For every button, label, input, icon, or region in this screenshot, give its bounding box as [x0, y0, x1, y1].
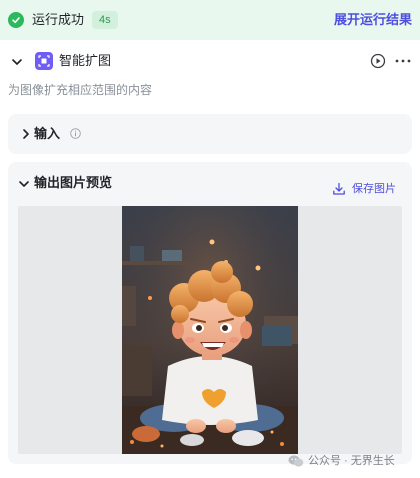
expand-chevron-icon[interactable]	[20, 128, 32, 140]
wechat-icon	[288, 455, 304, 467]
watermark-text: 公众号 · 无界生长	[308, 455, 395, 467]
duration-badge: 4s	[92, 11, 118, 29]
input-section[interactable]: 输入	[8, 114, 412, 154]
download-icon	[333, 182, 345, 195]
save-image-button[interactable]: 保存图片	[332, 181, 396, 197]
collapse-chevron-icon[interactable]	[10, 55, 24, 69]
status-text: 运行成功	[32, 12, 85, 27]
node-description: 为图像扩充相应范围的内容	[8, 83, 153, 97]
node-title: 智能扩图	[59, 53, 112, 68]
preview-image[interactable]	[122, 206, 298, 454]
output-section-title: 输出图片预览	[34, 175, 113, 190]
output-preview-section: 输出图片预览 保存图片	[8, 162, 412, 464]
run-status-bar: 运行成功 4s 展开运行结果	[0, 0, 420, 40]
input-section-label: 输入	[34, 126, 61, 141]
success-check-icon	[8, 12, 24, 28]
run-play-icon[interactable]	[370, 53, 386, 69]
node-header: 智能扩图	[0, 44, 420, 80]
save-image-label: 保存图片	[352, 183, 396, 195]
image-expand-icon	[35, 52, 53, 70]
info-icon[interactable]	[70, 128, 81, 139]
collapse-chevron-icon[interactable]	[18, 178, 30, 190]
more-options-icon[interactable]	[394, 53, 412, 69]
image-preview-area	[18, 206, 402, 454]
watermark: 公众号 · 无界生长	[288, 452, 395, 470]
expand-run-result-link[interactable]: 展开运行结果	[334, 12, 412, 28]
